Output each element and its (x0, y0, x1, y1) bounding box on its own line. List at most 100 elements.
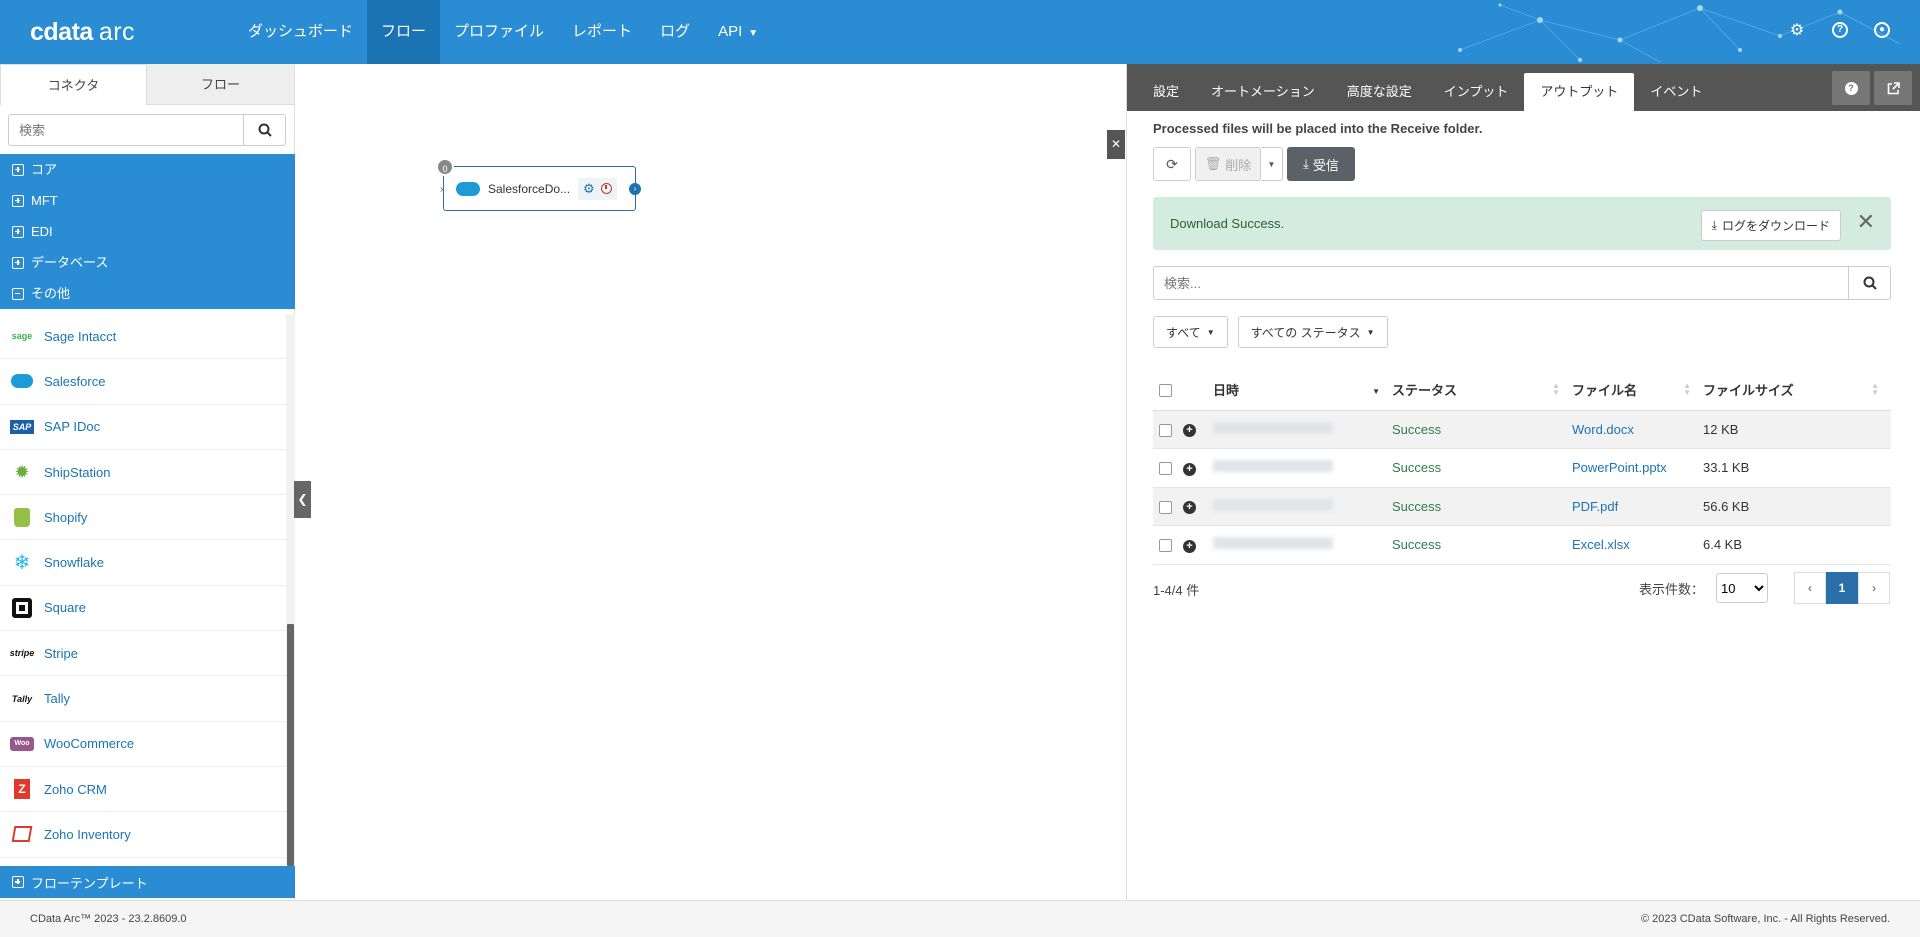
nav-dashboard[interactable]: ダッシュボード (234, 0, 367, 64)
user-icon[interactable]: ● (1874, 22, 1890, 38)
nav-api[interactable]: API ▼ (704, 0, 772, 64)
help-icon[interactable]: ? (1832, 71, 1870, 105)
tab-connectors[interactable]: コネクタ (0, 64, 147, 105)
filename-column-header[interactable]: ファイル名 ▲ ▼ (1572, 369, 1703, 411)
external-link-icon[interactable] (1874, 71, 1912, 105)
output-search-button[interactable] (1849, 266, 1891, 300)
connector-sage-intacct[interactable]: sage Sage Intacct (0, 314, 286, 360)
gear-icon[interactable]: ⚙ (583, 181, 595, 197)
row-filename-link[interactable]: Excel.xlsx (1572, 525, 1703, 565)
connector-tally[interactable]: Tally Tally (0, 676, 286, 722)
date-column-header[interactable]: 日時 ▼ (1213, 369, 1392, 411)
connector-zoho-crm[interactable]: Z Zoho CRM (0, 767, 286, 813)
node-input-port-icon[interactable]: › (440, 184, 443, 195)
gear-icon[interactable]: ⚙ (1788, 22, 1806, 40)
select-all-checkbox[interactable] (1159, 383, 1172, 397)
connector-woocommerce[interactable]: Woo WooCommerce (0, 722, 286, 767)
flow-templates-category[interactable]: フローテンプレート (0, 866, 295, 898)
tab-settings[interactable]: 設定 (1137, 73, 1195, 111)
output-search (1153, 266, 1891, 300)
row-checkbox[interactable] (1159, 500, 1172, 514)
table-row[interactable]: + Success Word.docx 12 KB (1153, 410, 1891, 449)
page-button-current[interactable]: 1 (1826, 572, 1858, 604)
app-logo[interactable]: cdata arc (30, 18, 135, 47)
next-page-button[interactable]: › (1858, 572, 1890, 604)
tab-automation[interactable]: オートメーション (1195, 73, 1331, 111)
caret-down-icon: ▼ (748, 28, 759, 39)
row-checkbox[interactable] (1159, 423, 1172, 437)
redacted-date (1213, 460, 1333, 473)
nav-reports[interactable]: レポート (558, 0, 646, 64)
row-size: 12 KB (1703, 410, 1891, 449)
connector-zoho-inventory[interactable]: Zoho Inventory (0, 812, 286, 858)
node-output-port-icon[interactable]: › (629, 183, 641, 195)
tab-input[interactable]: インプット (1428, 73, 1525, 111)
scrollbar-thumb[interactable] (287, 624, 294, 866)
sort-icon: ▲ ▼ (1683, 381, 1691, 397)
row-size: 56.6 KB (1703, 487, 1891, 526)
expand-row-icon[interactable]: + (1183, 424, 1196, 438)
close-panel-button[interactable]: ✕ (1107, 130, 1125, 159)
row-status: Success (1392, 448, 1572, 488)
row-checkbox[interactable] (1159, 539, 1172, 553)
nav-profile[interactable]: プロファイル (440, 0, 558, 64)
category-core[interactable]: コア (0, 154, 295, 185)
row-filename-link[interactable]: PowerPoint.pptx (1572, 448, 1703, 488)
flow-templates-label: フローテンプレート (31, 875, 148, 891)
logo-product: arc (98, 18, 136, 46)
flow-node-salesforce[interactable]: 0 › SalesforceDo... ⚙ › (436, 158, 641, 211)
connector-stripe[interactable]: stripe Stripe (0, 631, 286, 677)
category-database[interactable]: データベース (0, 247, 295, 278)
table-row[interactable]: + Success PowerPoint.pptx 33.1 KB (1153, 448, 1891, 488)
tab-advanced[interactable]: 高度な設定 (1331, 73, 1428, 111)
help-icon[interactable]: ? (1832, 22, 1848, 38)
prev-page-button[interactable]: ‹ (1794, 572, 1826, 604)
filter-status-dropdown[interactable]: すべての ステータス ▼ (1237, 316, 1388, 348)
sidebar-search (8, 114, 286, 146)
sidebar-search-input[interactable] (8, 114, 244, 146)
connector-list: sage Sage Intacct Salesforce SAP SAP IDoc … (0, 314, 286, 866)
status-column-header[interactable]: ステータス ▲ ▼ (1392, 369, 1572, 411)
chevron-left-icon: ‹ (1808, 581, 1812, 595)
delete-button[interactable]: 🗑 削除 (1195, 147, 1261, 181)
close-alert-icon[interactable]: ✕ (1857, 211, 1875, 233)
row-filename-link[interactable]: Word.docx (1572, 410, 1703, 449)
tab-flows[interactable]: フロー (147, 64, 294, 105)
expand-row-icon[interactable]: + (1183, 501, 1196, 515)
connector-sap-idoc[interactable]: SAP SAP IDoc (0, 405, 286, 450)
row-checkbox[interactable] (1159, 462, 1172, 476)
delete-dropdown-button[interactable]: ▼ (1261, 147, 1283, 181)
refresh-button[interactable]: ⟳ (1153, 147, 1191, 181)
download-log-button[interactable]: ⤓ ログをダウンロード (1700, 210, 1841, 241)
clock-icon[interactable] (600, 183, 612, 194)
connector-square[interactable]: Square (0, 586, 286, 632)
receive-button[interactable]: ⤓ 受信 (1287, 147, 1355, 181)
connector-shipstation[interactable]: ✹ ShipStation (0, 450, 286, 496)
row-filename-link[interactable]: PDF.pdf (1572, 487, 1703, 526)
expand-row-icon[interactable]: + (1183, 539, 1196, 553)
nav-flows[interactable]: フロー (367, 0, 441, 64)
size-column-header[interactable]: ファイルサイズ ▲ ▼ (1703, 369, 1891, 411)
category-edi[interactable]: EDI (0, 216, 295, 247)
nav-logs[interactable]: ログ (646, 0, 704, 64)
flow-canvas[interactable] (296, 64, 1126, 900)
connector-label: Shopify (44, 509, 88, 525)
table-row[interactable]: + Success PDF.pdf 56.6 KB (1153, 487, 1891, 526)
sidebar-search-button[interactable] (244, 114, 286, 146)
connector-salesforce[interactable]: Salesforce (0, 359, 286, 405)
table-row[interactable]: + Success Excel.xlsx 6.4 KB (1153, 525, 1891, 565)
square-icon (10, 596, 34, 620)
expand-row-icon[interactable]: + (1183, 462, 1196, 476)
per-page-select[interactable]: 10 (1716, 573, 1768, 603)
page-buttons: ‹ 1 › (1794, 572, 1890, 604)
output-search-input[interactable] (1153, 266, 1849, 300)
filter-all-dropdown[interactable]: すべて ▼ (1153, 316, 1228, 348)
connector-scrollbar[interactable] (286, 314, 295, 866)
tab-output[interactable]: アウトプット (1524, 73, 1635, 111)
category-mft[interactable]: MFT (0, 185, 295, 216)
category-other[interactable]: その他 (0, 278, 295, 309)
connector-shopify[interactable]: Shopify (0, 495, 286, 541)
connector-snowflake[interactable]: ❄ Snowflake (0, 540, 286, 586)
tab-events[interactable]: イベント (1634, 73, 1718, 111)
collapse-sidebar-button[interactable]: ❮ (294, 481, 311, 518)
